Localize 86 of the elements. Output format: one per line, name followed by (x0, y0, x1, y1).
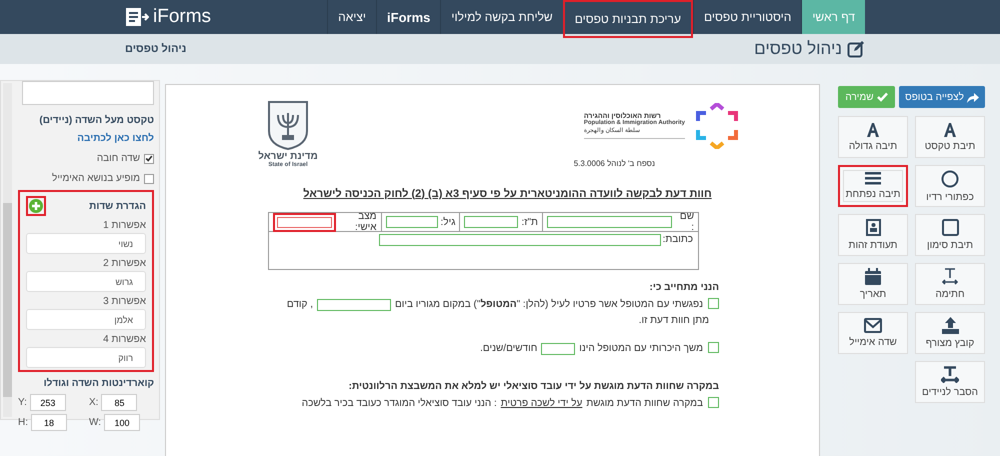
letter-icon (866, 122, 880, 136)
edit-icon (847, 40, 865, 58)
form-field[interactable] (378, 234, 661, 246)
checkbox[interactable] (144, 174, 154, 184)
field-label: טקסט מעל השדה (ניידים) (38, 115, 154, 126)
page-title: ניהול טפסים (754, 39, 842, 59)
appendix-note: נספח ב' לנוהל 5.3.0006 (572, 159, 656, 168)
tool-button[interactable]: תיבה גדולה (838, 116, 908, 158)
coordinate-label: H: (18, 417, 28, 428)
section-title: הגדרת שדות (89, 200, 146, 212)
field-label: מצב אישי: (354, 211, 377, 233)
text-width-icon (941, 366, 959, 383)
form-field[interactable] (464, 216, 518, 228)
envelope-icon (864, 318, 882, 333)
letter-icon (943, 122, 957, 136)
coordinate-label: W: (89, 417, 102, 428)
section-heading: במקרה שחוות הדעת מוגשת על ידי עובד סוציאלי יש למלא את המשבצת הרלוונטית: (348, 381, 719, 392)
tool-button[interactable]: כפתורי רדיו (915, 165, 985, 207)
tool-button[interactable]: תיבה נפתחת (838, 165, 908, 207)
check-icon (876, 92, 888, 102)
coordinate-input[interactable]: 100 (104, 414, 140, 431)
option-input[interactable]: רווק (26, 347, 146, 368)
star-logo-icon (695, 103, 739, 149)
form-field[interactable] (273, 212, 336, 232)
coordinate-label: X: (89, 397, 98, 408)
write-link[interactable]: לחצו כאן לכתיבה (77, 133, 154, 144)
option-input[interactable]: אלמן (26, 309, 146, 330)
checkbox[interactable] (708, 397, 719, 408)
emblem-caption: מדינת ישראל (258, 151, 318, 162)
form-title: חוות דעת לבקשה לוועדה ההומניטארית על פי סעיף 3א (ב) (2) לחוק הכניסה לישראל (302, 188, 713, 200)
tool-button[interactable]: שדה אימייל (838, 312, 908, 354)
tool-button[interactable]: הסבר לניידים (915, 361, 985, 403)
coordinate-input[interactable]: 85 (101, 394, 138, 411)
statement-text: , קודם (286, 298, 313, 312)
form-field[interactable] (541, 342, 576, 354)
checkbox-label: מופיע בנושא האימייל (52, 173, 140, 184)
coordinate-input[interactable]: 18 (31, 414, 67, 431)
statement-text: במקרה שחוות הדעת מוגשת על ידי לשכה פרטית : הנני עובד סוציאלי המוגדר כעובד בכיר בלשכה (302, 396, 703, 411)
tool-button[interactable]: תאריך (838, 263, 908, 305)
nav-tab[interactable]: עריכת תבניות טפסים (562, 0, 693, 38)
statement-text: נפגשתי עם המטופל אשר פרטיו לעיל (להלן: "המטופל") במקום מגוריו ביום (394, 298, 703, 312)
emblem-icon (266, 99, 310, 151)
field-label: גיל: (440, 216, 456, 228)
breadcrumb: ניהול טפסים (125, 43, 186, 55)
preview-button[interactable]: לצפייה בטופס (899, 86, 985, 108)
option-label: אפשרות 4 (102, 334, 146, 345)
tool-button[interactable]: תעודת זהות (838, 214, 908, 256)
checkbox-label: שדה חובה (96, 153, 140, 164)
circle-icon (941, 170, 959, 188)
square-icon (942, 219, 958, 236)
form-field[interactable] (386, 216, 438, 228)
coordinate-label: Y: (18, 397, 27, 408)
option-label: אפשרות 3 (102, 296, 146, 307)
tool-button[interactable]: תיבת סימון (915, 214, 985, 256)
checkbox[interactable] (708, 342, 719, 353)
option-input[interactable]: נשוי (26, 233, 146, 254)
coordinate-input[interactable]: 253 (30, 394, 66, 411)
tool-button[interactable]: קובץ מצורף (915, 312, 985, 354)
text-width-icon (942, 268, 958, 285)
field-label: ת"ז: (521, 216, 538, 228)
upload-icon (942, 317, 958, 334)
form-logo-icon (125, 7, 149, 27)
option-label: אפשרות 2 (102, 258, 146, 269)
add-option-button[interactable] (26, 196, 46, 216)
share-arrow-icon (966, 92, 979, 102)
checkbox[interactable] (144, 154, 154, 164)
tool-button[interactable]: חתימה (915, 263, 985, 305)
option-input[interactable]: גרוש (26, 271, 146, 292)
app-logo-text: iForms (153, 6, 212, 28)
field-label: כתובת: (662, 234, 693, 245)
statement-text: מתן חוות דעת זו. (638, 315, 709, 326)
section-heading: הנני מתחייב כי: (648, 282, 719, 293)
menu-icon (865, 172, 881, 185)
form-field[interactable] (316, 298, 391, 310)
checkbox[interactable] (708, 298, 719, 309)
form-field[interactable] (546, 216, 672, 228)
option-label: אפשרות 1 (102, 220, 146, 231)
calendar-icon (865, 268, 881, 285)
id-card-icon (866, 219, 880, 236)
field-label: שם : (678, 211, 694, 233)
statement-text: חודשים/שנים. (480, 342, 538, 356)
tool-button[interactable]: תיבת טקסט (915, 116, 985, 158)
text-area[interactable] (22, 81, 154, 105)
section-title: קוארדינטות השדה וגודלו (42, 378, 154, 389)
statement-text: משך היכרותי עם המטופל הינו (579, 342, 703, 356)
scrollbar[interactable] (3, 83, 12, 417)
